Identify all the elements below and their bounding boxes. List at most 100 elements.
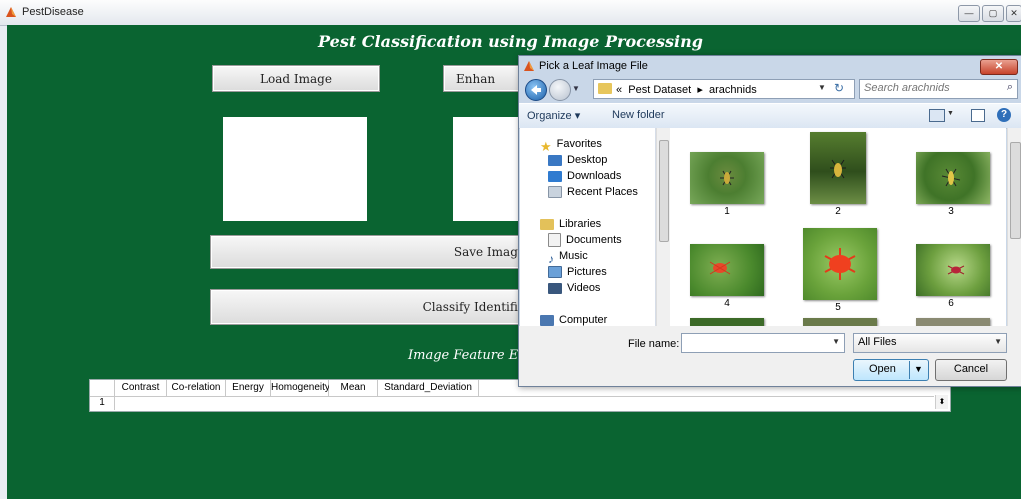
matlab-icon [523, 60, 535, 72]
column-header: Homogeneity [271, 380, 330, 397]
nav-computer[interactable]: Computer [540, 312, 607, 326]
downloads-icon [548, 170, 562, 182]
organize-menu[interactable]: Organize ▾ [527, 109, 580, 122]
help-icon[interactable]: ? [997, 108, 1011, 122]
feature-heading: Image Feature Ex [408, 348, 526, 363]
file-thumbnail[interactable] [916, 318, 990, 326]
close-button[interactable]: ✕ [1006, 5, 1021, 22]
nav-libraries[interactable]: Libraries [540, 216, 601, 232]
search-input[interactable] [860, 80, 998, 96]
address-bar-row: ▼ « Pest Dataset ▸ arachnids ▼ ↻ ⌕ [519, 76, 1021, 102]
history-dropdown-icon[interactable]: ▼ [572, 84, 580, 93]
breadcrumb-separator: ▸ [697, 84, 703, 96]
star-icon: ★ [540, 138, 552, 154]
file-type-dropdown-icon[interactable]: ▼ [994, 337, 1002, 346]
file-type-select[interactable]: All Files ▼ [853, 333, 1007, 353]
nav-desktop[interactable]: Desktop [548, 152, 607, 168]
file-thumbnail[interactable] [803, 228, 877, 300]
row-header: 1 [90, 397, 115, 410]
original-image-panel [223, 117, 367, 221]
command-bar: Organize ▾ New folder ▼ ? [519, 103, 1021, 129]
computer-icon [540, 314, 554, 326]
preview-pane-icon[interactable] [971, 109, 985, 122]
table-corner [90, 380, 115, 397]
music-icon: ♪ [548, 251, 554, 266]
files-scroll-thumb[interactable] [1010, 142, 1021, 239]
minimize-button[interactable]: — [958, 5, 980, 22]
recent-places-icon [548, 186, 562, 199]
nav-scroll-thumb[interactable] [659, 140, 669, 242]
cancel-button[interactable]: Cancel [935, 359, 1007, 381]
nav-videos[interactable]: Videos [548, 280, 600, 296]
main-titlebar: PestDisease — ▢ ✕ [0, 0, 1021, 26]
column-header: Co-relation [167, 380, 226, 397]
classify-button[interactable]: Classify Identifie [210, 289, 530, 325]
breadcrumb-prefix[interactable]: « [616, 84, 622, 96]
file-type-value: All Files [858, 336, 897, 348]
videos-icon [548, 282, 562, 294]
file-thumbnail[interactable] [810, 132, 866, 204]
new-folder-button[interactable]: New folder [612, 109, 665, 121]
load-image-button[interactable]: Load Image [212, 65, 380, 92]
libraries-icon [540, 218, 554, 230]
open-button-label: Open [869, 363, 896, 375]
maximize-button[interactable]: ▢ [982, 5, 1004, 22]
address-dropdown-icon[interactable]: ▼ [818, 83, 826, 92]
file-name-input[interactable]: ▼ [681, 333, 845, 353]
open-dropdown-icon[interactable]: ▼ [914, 364, 923, 374]
search-box[interactable]: ⌕ [859, 79, 1018, 99]
file-thumbnail[interactable] [690, 244, 764, 296]
documents-icon [548, 233, 561, 248]
table-scroll-arrows[interactable]: ⬍ [935, 395, 948, 409]
file-name-dropdown-icon[interactable]: ▼ [832, 337, 840, 346]
file-thumbnail[interactable] [690, 318, 764, 326]
folder-icon [598, 83, 612, 94]
app-heading: Pest Classification using Image Processi… [318, 32, 703, 51]
dialog-close-button[interactable]: ✕ [980, 59, 1018, 75]
view-dropdown-icon[interactable]: ▼ [947, 110, 954, 117]
file-thumbnail[interactable] [916, 152, 990, 204]
file-label[interactable]: 1 [692, 206, 762, 217]
files-scrollbar[interactable] [1007, 128, 1021, 326]
back-button[interactable] [525, 79, 547, 101]
nav-favorites[interactable]: ★ Favorites [540, 136, 602, 154]
file-name-label: File name: [628, 338, 680, 350]
file-thumbnail[interactable] [916, 244, 990, 296]
window-title: PestDisease [22, 6, 84, 18]
column-header: Standard_Deviation [378, 380, 479, 397]
nav-music[interactable]: ♪ Music [548, 248, 588, 266]
file-label[interactable]: 2 [803, 206, 873, 217]
file-label[interactable]: 4 [692, 298, 762, 309]
dialog-title: Pick a Leaf Image File [539, 60, 648, 72]
dialog-footer: File name: ▼ All Files ▼ Open ▼ Cancel [519, 326, 1021, 386]
nav-recent-places[interactable]: Recent Places [548, 184, 638, 200]
file-label[interactable]: 3 [916, 206, 986, 217]
file-thumbnail[interactable] [803, 318, 877, 326]
nav-scrollbar[interactable] [656, 128, 670, 326]
column-header: Contrast [115, 380, 167, 397]
matlab-icon [5, 6, 17, 18]
column-header: Mean [329, 380, 378, 397]
cancel-button-label: Cancel [953, 363, 989, 375]
dialog-titlebar: Pick a Leaf Image File ✕ [519, 56, 1021, 76]
nav-documents[interactable]: Documents [548, 232, 622, 248]
view-options-icon[interactable] [929, 109, 945, 122]
file-label[interactable]: 6 [916, 298, 986, 309]
refresh-icon[interactable]: ↻ [834, 81, 844, 95]
breadcrumb-pest-dataset[interactable]: Pest Dataset [628, 84, 691, 96]
search-icon[interactable]: ⌕ [1007, 81, 1013, 94]
breadcrumb-arachnids[interactable]: arachnids [709, 84, 757, 96]
file-dialog: Pick a Leaf Image File ✕ ▼ « Pest Datase… [518, 55, 1021, 387]
file-list-pane: 1 2 3 4 5 6 [670, 128, 1006, 326]
nav-downloads[interactable]: Downloads [548, 168, 621, 184]
forward-button[interactable] [549, 79, 571, 101]
address-box[interactable]: « Pest Dataset ▸ arachnids ▼ ↻ [593, 79, 855, 99]
file-thumbnail[interactable] [690, 152, 764, 204]
enhanced-image-panel [453, 117, 523, 221]
file-label[interactable]: 5 [803, 302, 873, 313]
save-image-button[interactable]: Save Image [210, 235, 530, 269]
open-button[interactable]: Open ▼ [853, 359, 929, 381]
nav-pictures[interactable]: Pictures [548, 264, 607, 280]
column-header: Energy [226, 380, 271, 397]
pictures-icon [548, 266, 562, 279]
